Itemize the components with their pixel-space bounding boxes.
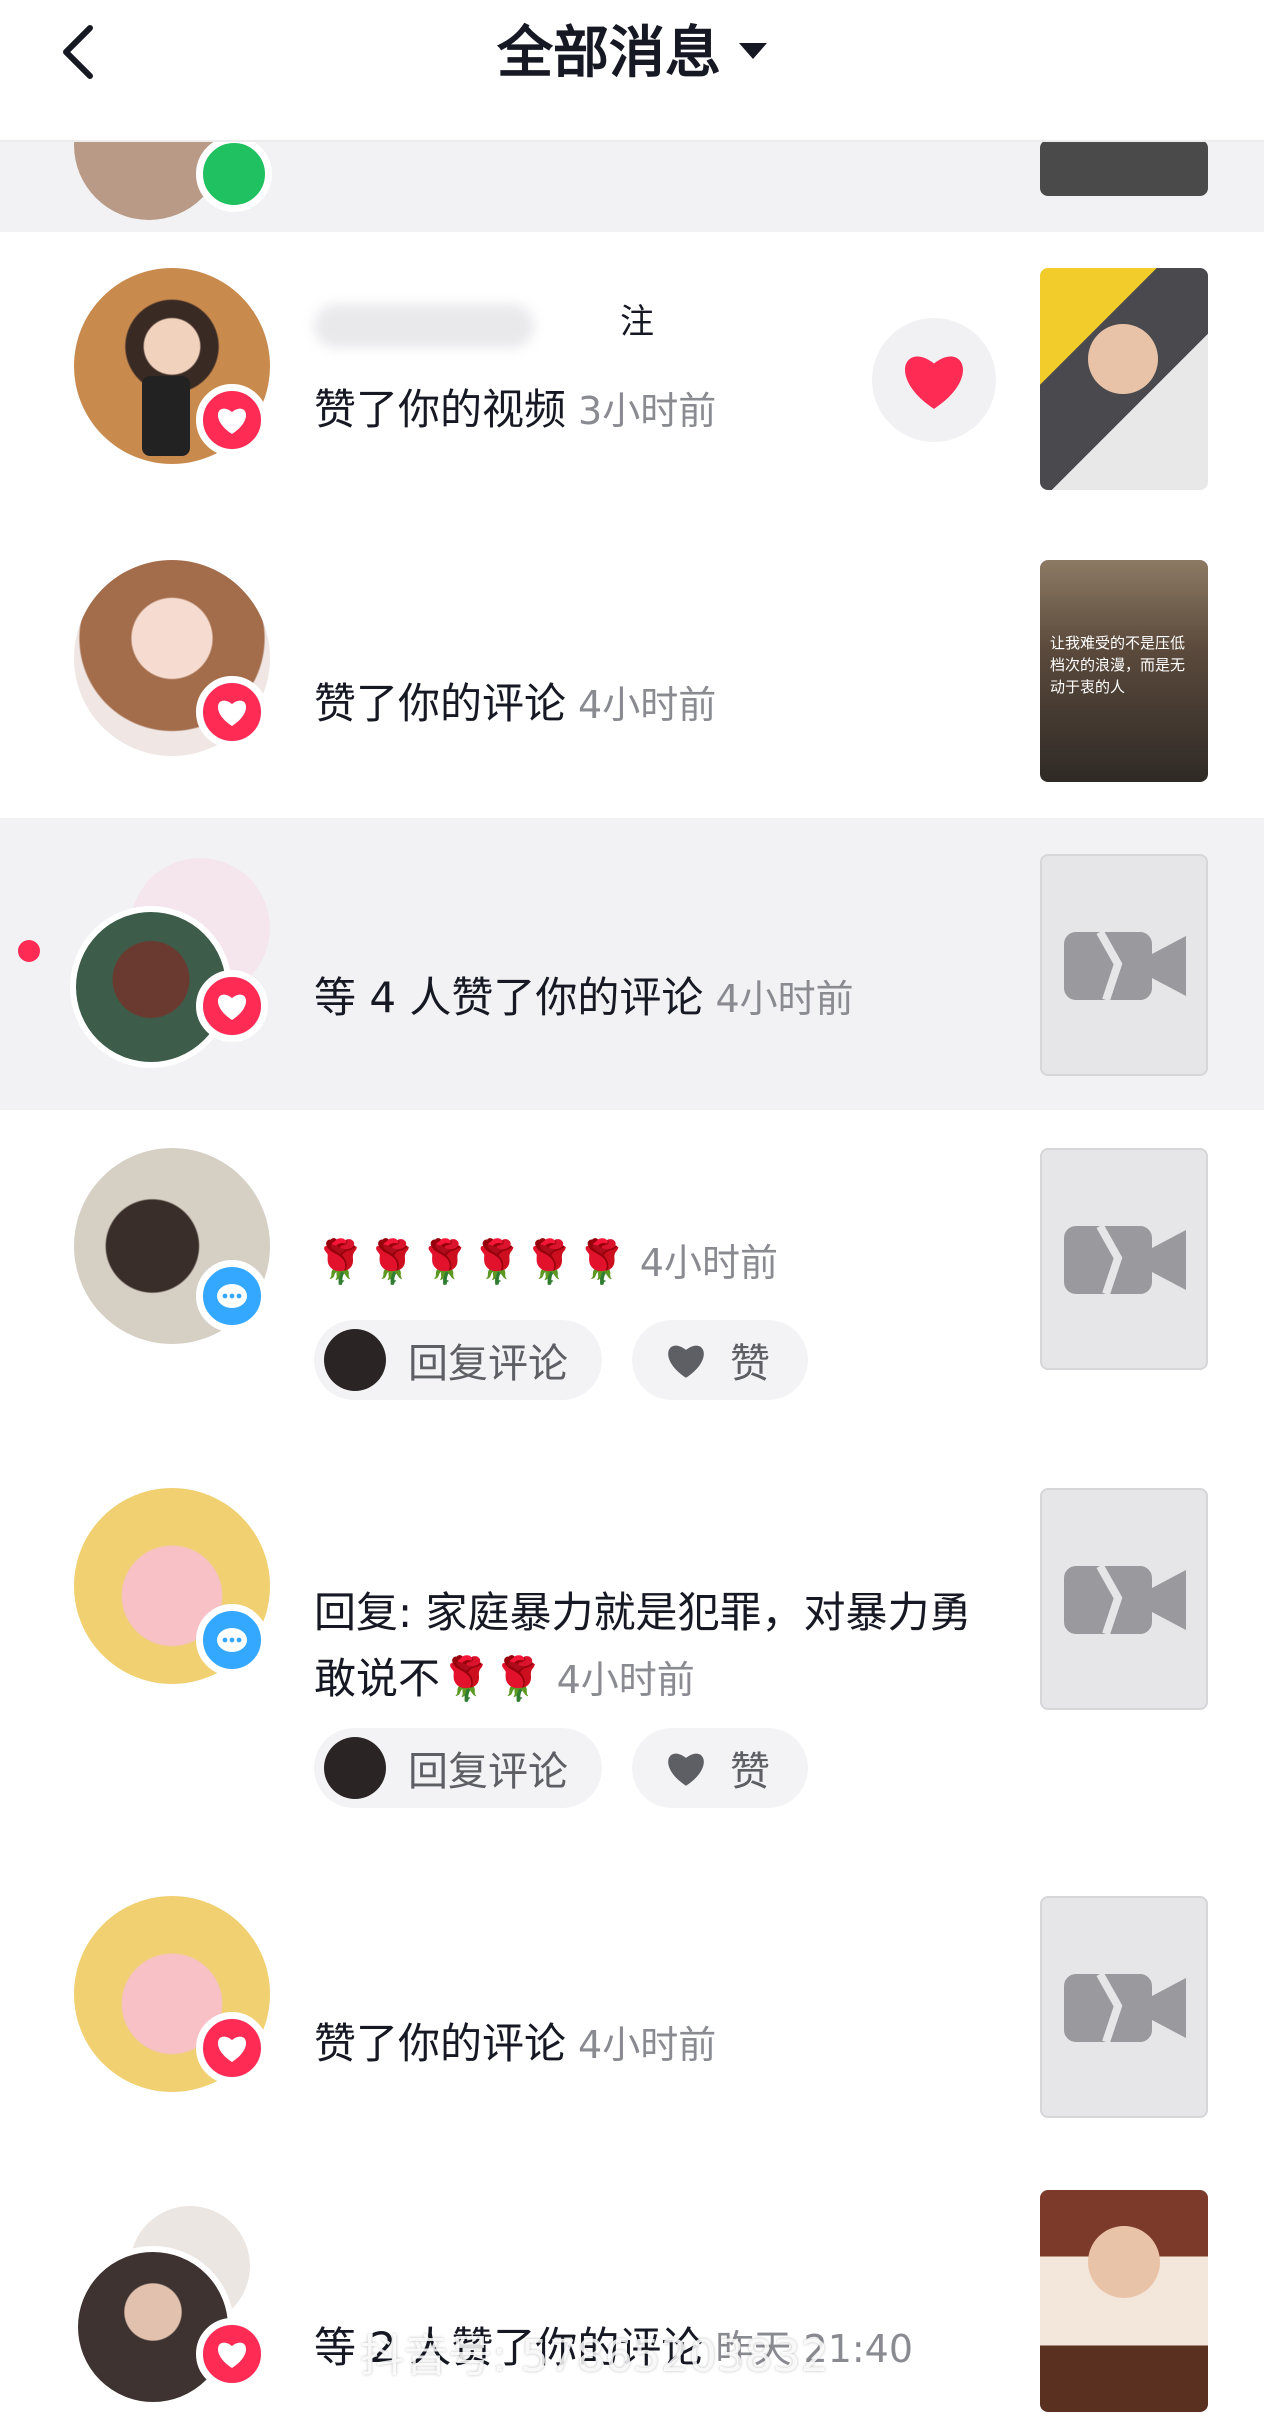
notification-time: 3小时前 [578, 389, 717, 433]
like-label: 赞 [730, 1749, 770, 1795]
list-item[interactable]: 赞了你的评论 4小时前 让我难受的不是压低档次的浪漫，而是无动于衷的人 [0, 522, 1264, 818]
list-item[interactable]: 🌹🌹🌹🌹🌹🌹 4小时前 回复评论 赞 [0, 1110, 1264, 1480]
message-icon [196, 136, 272, 212]
notification-text: 赞了你的评论 4小时前 [314, 676, 716, 733]
reply-label: 回复评论 [408, 1341, 568, 1387]
like-badge-icon [196, 2318, 268, 2390]
video-camera-icon [1064, 1972, 1186, 2044]
like-comment-button[interactable]: 赞 [632, 1320, 808, 1400]
like-badge-icon [196, 2012, 268, 2084]
video-thumbnail[interactable]: 让我难受的不是压低档次的浪漫，而是无动于衷的人 [1040, 560, 1208, 782]
like-badge-icon [196, 676, 268, 748]
like-badge-icon [196, 384, 268, 456]
video-thumbnail-placeholder[interactable] [1040, 1148, 1208, 1370]
notification-text: 等 4 人赞了你的评论 4小时前 [314, 970, 854, 1027]
reply-comment-button[interactable]: 回复评论 [314, 1320, 602, 1400]
notification-action: 赞了你的评论 [314, 2019, 567, 2068]
heart-icon [668, 1345, 704, 1378]
watermark: 抖音号: 57865203832 [360, 2331, 829, 2382]
unread-dot [18, 940, 40, 962]
notification-text: 赞了你的评论 4小时前 [314, 2016, 716, 2073]
list-item-partial[interactable] [0, 70, 1264, 232]
list-item[interactable]: 赞了你的评论 4小时前 [0, 1880, 1264, 2170]
notification-time: 4小时前 [578, 2023, 717, 2067]
video-thumbnail-placeholder[interactable] [1040, 1488, 1208, 1710]
video-camera-icon [1064, 1564, 1186, 1636]
heart-icon [668, 1753, 704, 1786]
caret-down-icon [739, 42, 767, 59]
notification-time: 4小时前 [639, 1241, 778, 1285]
notification-action: 🌹🌹🌹🌹🌹🌹 [314, 1237, 628, 1286]
like-badge-icon [196, 970, 268, 1042]
like-back-button[interactable] [872, 318, 996, 442]
notification-time: 4小时前 [556, 1658, 695, 1702]
notification-text: 🌹🌹🌹🌹🌹🌹 4小时前 [314, 1234, 778, 1291]
list-item[interactable]: 注 赞了你的视频 3小时前 [0, 232, 1264, 522]
video-thumbnail-placeholder[interactable] [1040, 1896, 1208, 2118]
like-label: 赞 [730, 1341, 770, 1387]
reply-label: 回复评论 [408, 1749, 568, 1795]
my-avatar [324, 1737, 386, 1799]
list-item-unread[interactable]: 等 4 人赞了你的评论 4小时前 [0, 818, 1264, 1110]
thumbnail-caption: 让我难受的不是压低档次的浪漫，而是无动于衷的人 [1050, 634, 1186, 696]
notification-time: 4小时前 [715, 977, 854, 1021]
notification-action: 赞了你的评论 [314, 679, 567, 728]
like-comment-button[interactable]: 赞 [632, 1728, 808, 1808]
video-camera-icon [1064, 1224, 1186, 1296]
message-filter-dropdown[interactable]: 全部消息 [0, 18, 1264, 90]
page-title: 全部消息 [497, 21, 721, 86]
notification-text: 回复: 家庭暴力就是犯罪，对暴力勇敢说不🌹🌹 4小时前 [314, 1580, 984, 1713]
comment-badge-icon [196, 1260, 268, 1332]
video-thumbnail[interactable] [1040, 2190, 1208, 2412]
my-avatar [324, 1329, 386, 1391]
user-name-blurred [314, 304, 534, 348]
notification-time: 4小时前 [578, 683, 717, 727]
notification-action: 赞了你的视频 [314, 385, 567, 434]
video-thumbnail-placeholder[interactable] [1040, 854, 1208, 1076]
list-item[interactable]: 回复: 家庭暴力就是犯罪，对暴力勇敢说不🌹🌹 4小时前 回复评论 赞 [0, 1480, 1264, 1880]
name-fragment: 注 [620, 302, 654, 342]
video-thumbnail[interactable] [1040, 268, 1208, 490]
list-item[interactable]: 等 2 人赞了你的评论 昨天 21:40 [0, 2170, 1264, 2424]
comment-badge-icon [196, 1604, 268, 1676]
video-thumbnail[interactable] [1040, 140, 1208, 196]
reply-comment-button[interactable]: 回复评论 [314, 1728, 602, 1808]
video-camera-icon [1064, 930, 1186, 1002]
heart-icon [905, 356, 963, 409]
top-bar: 全部消息 [0, 0, 1264, 142]
notification-action: 等 4 人赞了你的评论 [314, 973, 704, 1022]
notification-text: 赞了你的视频 3小时前 [314, 382, 716, 439]
